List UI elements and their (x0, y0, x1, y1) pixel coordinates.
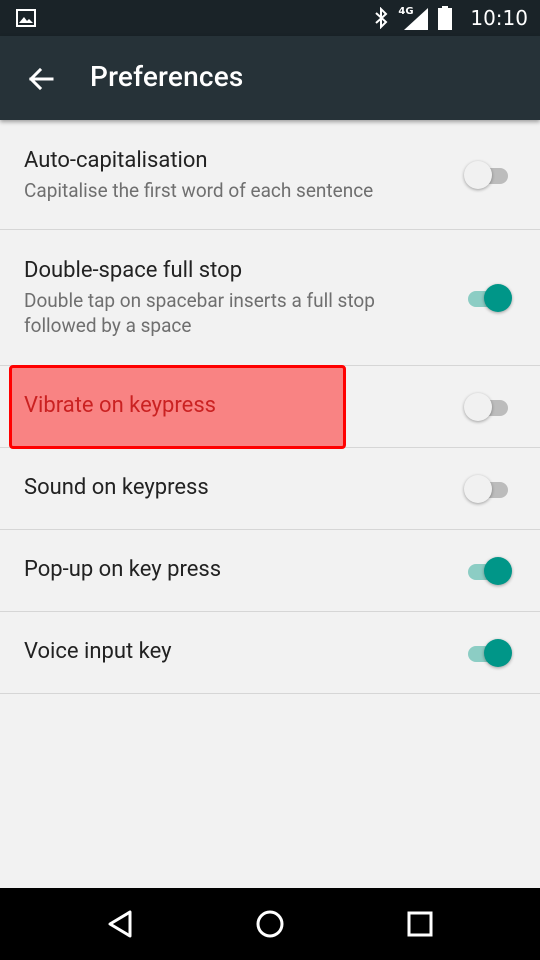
pref-sound-on-keypress[interactable]: Sound on keypress (0, 448, 540, 530)
arrow-back-icon[interactable] (26, 64, 56, 94)
bluetooth-icon (375, 7, 388, 29)
switch-thumb (484, 284, 512, 312)
pref-label: Auto-capitalisation (24, 148, 208, 173)
home-circle-icon[interactable] (250, 904, 290, 944)
switch-thumb (484, 639, 512, 667)
switch-thumb (484, 557, 512, 585)
image-notification-icon (16, 9, 36, 27)
vibrate-on-keypress-switch[interactable] (464, 393, 512, 421)
pref-label: Vibrate on keypress (24, 393, 217, 418)
pref-label: Double-space full stop (24, 258, 243, 283)
signal-icon: 4G (398, 6, 429, 30)
pref-auto-capitalisation[interactable]: Auto-capitalisation Capitalise the first… (0, 120, 540, 230)
recents-square-icon[interactable] (400, 904, 440, 944)
battery-icon (438, 6, 453, 30)
auto-capitalisation-switch[interactable] (464, 161, 512, 189)
clock: 10:10 (470, 6, 528, 30)
pref-summary: Double tap on spacebar inserts a full st… (24, 289, 375, 337)
pref-label: Pop-up on key press (24, 557, 222, 582)
pop-up-on-key-press-switch[interactable] (464, 557, 512, 585)
pref-voice-input-key[interactable]: Voice input key (0, 612, 540, 694)
pref-double-space-full-stop[interactable]: Double-space full stop Double tap on spa… (0, 230, 540, 366)
preferences-list: Auto-capitalisation Capitalise the first… (0, 120, 540, 694)
status-bar: 4G 10:10 (0, 0, 540, 36)
switch-thumb (464, 475, 492, 503)
page-title: Preferences (90, 60, 244, 93)
switch-thumb (464, 393, 492, 421)
pref-pop-up-on-key-press[interactable]: Pop-up on key press (0, 530, 540, 612)
voice-input-key-switch[interactable] (464, 639, 512, 667)
pref-label: Voice input key (24, 639, 172, 664)
pref-vibrate-on-keypress[interactable]: Vibrate on keypress (0, 366, 540, 448)
switch-thumb (464, 161, 492, 189)
pref-label: Sound on keypress (24, 475, 209, 500)
navigation-bar (0, 888, 540, 960)
double-space-full-stop-switch[interactable] (464, 284, 512, 312)
app-bar: Preferences (0, 36, 540, 120)
back-triangle-icon[interactable] (100, 904, 140, 944)
pref-summary: Capitalise the first word of each senten… (24, 179, 374, 202)
sound-on-keypress-switch[interactable] (464, 475, 512, 503)
